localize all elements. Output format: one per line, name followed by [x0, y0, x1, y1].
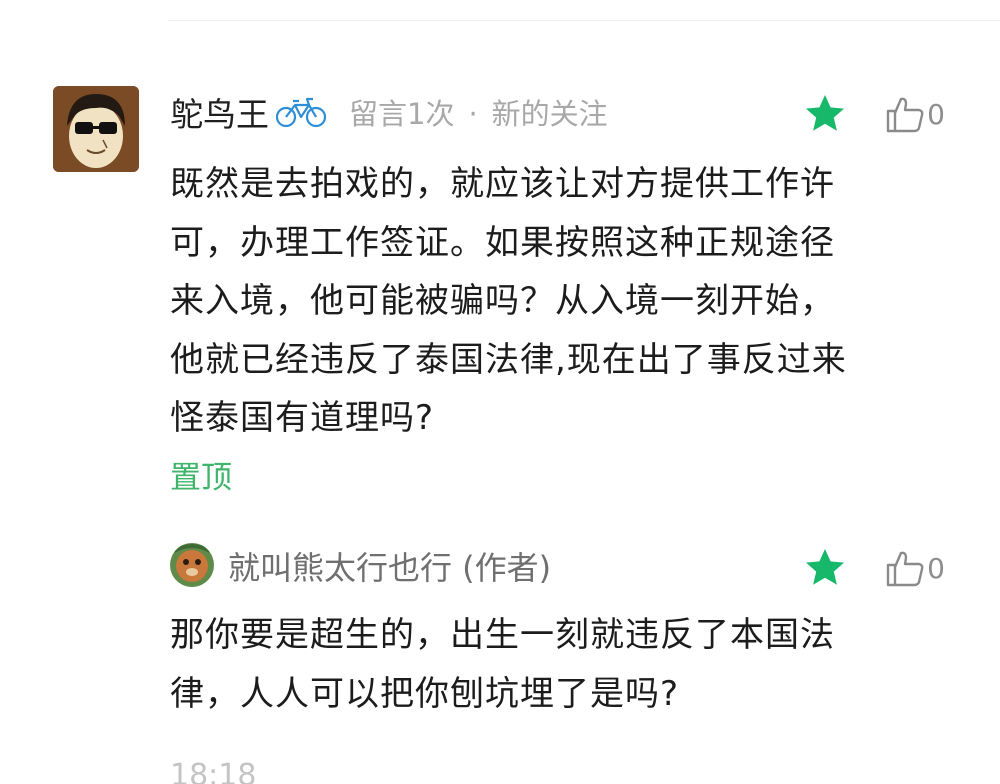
- divider: [168, 20, 1000, 21]
- comment-thread: 鸵鸟王 留言1次 · 新的关注 0 既然是去拍戏的，就应该让对方提供工作许 可，办理…: [0, 0, 1000, 784]
- follow-status: 新的关注: [491, 97, 608, 131]
- comment-actions: 0: [803, 88, 945, 140]
- thumbs-up-icon[interactable]: [885, 94, 925, 134]
- avatar-illustration: [53, 86, 139, 172]
- reply-body: 那你要是超生的，出生一刻就违反了本国法 律，人人可以把你刨坑埋了是吗?: [170, 615, 835, 714]
- meta-separator: ·: [468, 97, 478, 131]
- reply-header: 就叫熊太行也行 (作者): [170, 540, 551, 592]
- bicycle-icon: [275, 97, 327, 128]
- comment-header: 鸵鸟王 留言1次 · 新的关注: [170, 86, 608, 138]
- comment-count: 留言1次: [349, 97, 455, 131]
- thumbs-up-icon[interactable]: [885, 548, 925, 588]
- reply-author-name[interactable]: 就叫熊太行也行 (作者): [228, 543, 551, 589]
- comment-body: 既然是去拍戏的，就应该让对方提供工作许 可，办理工作签证。如果按照这种正规途径 …: [170, 164, 847, 438]
- star-icon[interactable]: [803, 546, 847, 590]
- timestamp: 18:18: [170, 758, 257, 784]
- comment-author-name[interactable]: 鸵鸟王: [170, 88, 269, 136]
- comment-meta: 留言1次 · 新的关注: [349, 91, 608, 133]
- like-count: 0: [927, 551, 945, 585]
- star-icon[interactable]: [803, 92, 847, 136]
- like-count: 0: [927, 97, 945, 131]
- avatar[interactable]: [53, 86, 139, 172]
- reply-actions: 0: [803, 542, 945, 594]
- pinned-label[interactable]: 置顶: [170, 452, 232, 497]
